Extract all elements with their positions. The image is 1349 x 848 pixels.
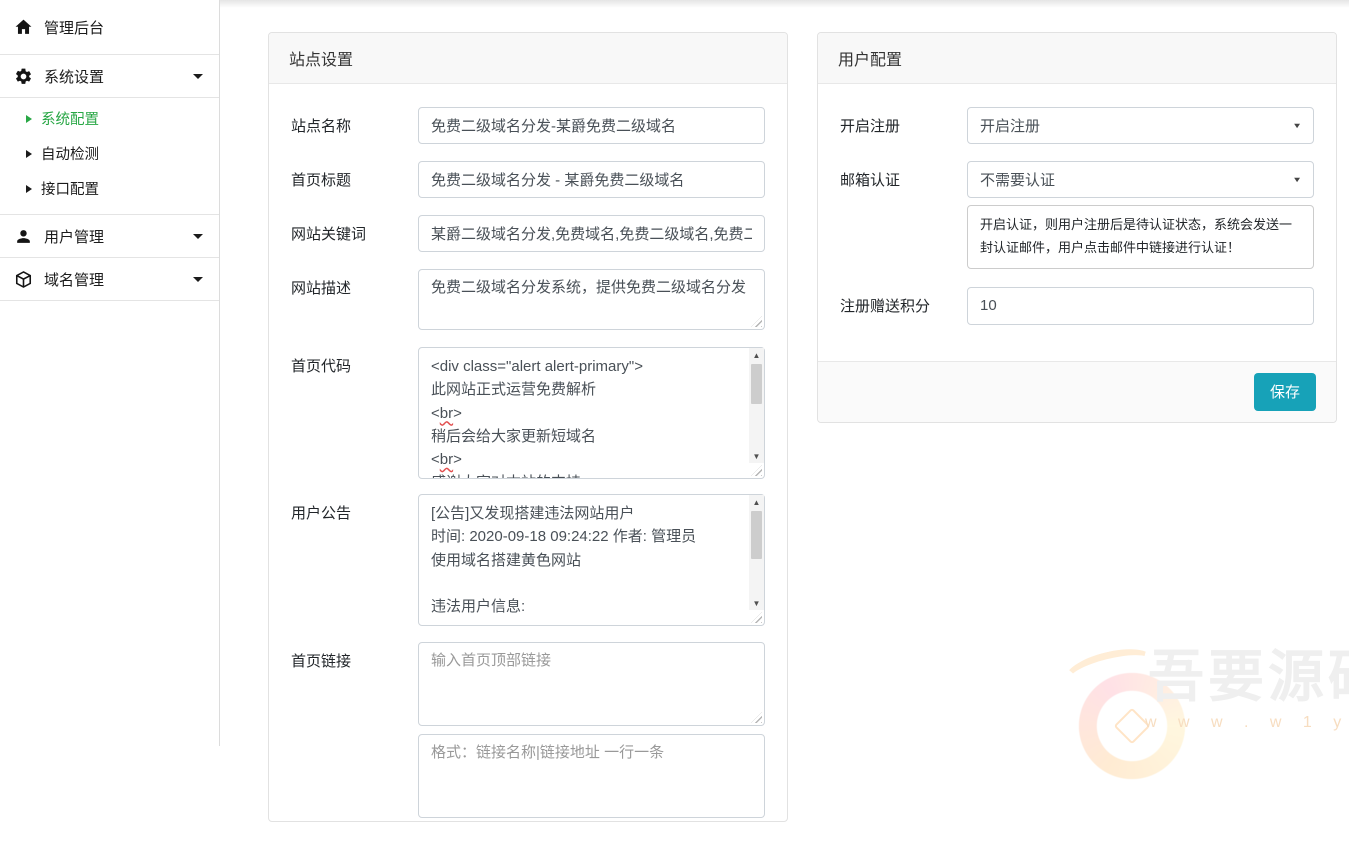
email-auth-select[interactable]: 不需要认证 ▼ bbox=[967, 161, 1314, 198]
triangle-right-icon bbox=[26, 115, 32, 123]
select-caret-icon: ▼ bbox=[1292, 121, 1302, 129]
register-select-value: 开启注册 bbox=[980, 118, 1040, 135]
home-title-input[interactable] bbox=[418, 161, 765, 198]
scrollbar-thumb[interactable] bbox=[751, 364, 762, 404]
sidebar-item-label: 用户管理 bbox=[44, 226, 104, 247]
sidebar-item-system-config[interactable]: 系统配置 bbox=[0, 101, 219, 136]
scroll-up-icon[interactable]: ▲ bbox=[749, 348, 764, 362]
sidebar-item-label: 系统设置 bbox=[44, 66, 104, 87]
email-auth-label: 邮箱认证 bbox=[840, 161, 967, 190]
home-links-textarea[interactable] bbox=[418, 642, 765, 726]
description-label: 网站描述 bbox=[291, 269, 418, 298]
save-button[interactable]: 保存 bbox=[1254, 373, 1316, 411]
user-notice-row: 用户公告 [公告]又发现搭建违法网站用户 时间: 2020-09-18 09:2… bbox=[291, 494, 765, 626]
gear-icon bbox=[14, 67, 33, 86]
user-icon bbox=[14, 227, 33, 246]
sidebar-item-user-management[interactable]: 用户管理 bbox=[0, 215, 219, 258]
scrollbar-thumb[interactable] bbox=[751, 511, 762, 559]
home-title-label: 首页标题 bbox=[291, 161, 418, 190]
user-notice-textarea[interactable]: [公告]又发现搭建违法网站用户 时间: 2020-09-18 09:24:22 … bbox=[418, 494, 765, 626]
register-points-row: 注册赠送积分 bbox=[840, 287, 1314, 325]
register-points-label: 注册赠送积分 bbox=[840, 287, 967, 316]
sidebar-item-domain-management[interactable]: 域名管理 bbox=[0, 258, 219, 301]
user-config-card: 用户配置 开启注册 开启注册 ▼ 邮箱认证 不需要认证 ▼ bbox=[817, 32, 1337, 423]
sidebar-subitem-label: 系统配置 bbox=[41, 108, 99, 129]
email-auth-select-value: 不需要认证 bbox=[980, 172, 1055, 189]
scroll-up-icon[interactable]: ▲ bbox=[749, 495, 764, 509]
home-code-row: 首页代码 <div class="alert alert-primary">此网… bbox=[291, 347, 765, 479]
scrollbar[interactable]: ▲ ▼ bbox=[749, 348, 764, 463]
description-row: 网站描述 免费二级域名分发系统，提供免费二级域名分发 bbox=[291, 269, 765, 330]
friend-links-textarea[interactable] bbox=[418, 734, 765, 818]
scroll-down-icon[interactable]: ▼ bbox=[749, 449, 764, 463]
register-select[interactable]: 开启注册 ▼ bbox=[967, 107, 1314, 144]
sidebar-brand[interactable]: 管理后台 bbox=[0, 0, 219, 55]
site-name-input[interactable] bbox=[418, 107, 765, 144]
sidebar-item-label: 域名管理 bbox=[44, 269, 104, 290]
home-title-row: 首页标题 bbox=[291, 161, 765, 198]
email-auth-row: 邮箱认证 不需要认证 ▼ 开启认证，则用户注册后是待认证状态，系统会发送一封认证… bbox=[840, 161, 1314, 269]
sidebar-subitem-label: 接口配置 bbox=[41, 178, 99, 199]
chevron-down-icon bbox=[193, 234, 203, 239]
register-label: 开启注册 bbox=[840, 107, 967, 136]
user-card-footer: 保存 bbox=[818, 361, 1336, 422]
register-row: 开启注册 开启注册 ▼ bbox=[840, 107, 1314, 144]
chevron-down-icon bbox=[193, 74, 203, 79]
select-caret-icon: ▼ bbox=[1292, 175, 1302, 183]
user-notice-label: 用户公告 bbox=[291, 494, 418, 523]
site-name-label: 站点名称 bbox=[291, 107, 418, 136]
email-auth-help-text: 开启认证，则用户注册后是待认证状态，系统会发送一封认证邮件，用户点击邮件中链接进… bbox=[967, 205, 1314, 269]
sidebar-item-auto-detect[interactable]: 自动检测 bbox=[0, 136, 219, 171]
cube-icon bbox=[14, 270, 33, 289]
scroll-down-icon[interactable]: ▼ bbox=[749, 596, 764, 610]
sidebar-submenu-system: 系统配置 自动检测 接口配置 bbox=[0, 98, 219, 215]
sidebar: 管理后台 系统设置 系统配置 自动检测 接口配置 用户管理 bbox=[0, 0, 220, 746]
brand-label: 管理后台 bbox=[44, 17, 104, 38]
keywords-row: 网站关键词 bbox=[291, 215, 765, 252]
home-code-label: 首页代码 bbox=[291, 347, 418, 376]
sidebar-item-system-settings[interactable]: 系统设置 bbox=[0, 55, 219, 98]
keywords-input[interactable] bbox=[418, 215, 765, 252]
site-card-title: 站点设置 bbox=[269, 33, 787, 84]
triangle-right-icon bbox=[26, 185, 32, 193]
home-code-textarea[interactable]: <div class="alert alert-primary">此网站正式运营… bbox=[418, 347, 765, 479]
user-card-title: 用户配置 bbox=[818, 33, 1336, 84]
site-name-row: 站点名称 bbox=[291, 107, 765, 144]
home-links-row: 首页链接 bbox=[291, 642, 765, 726]
triangle-right-icon bbox=[26, 150, 32, 158]
register-points-input[interactable] bbox=[967, 287, 1314, 325]
description-textarea[interactable]: 免费二级域名分发系统，提供免费二级域名分发 bbox=[418, 269, 765, 330]
sidebar-item-api-config[interactable]: 接口配置 bbox=[0, 171, 219, 206]
friend-links-row bbox=[291, 734, 765, 818]
scrollbar[interactable]: ▲ ▼ bbox=[749, 495, 764, 610]
site-settings-card: 站点设置 站点名称 首页标题 网站关键词 网站 bbox=[268, 32, 788, 822]
main-content: 站点设置 站点名称 首页标题 网站关键词 网站 bbox=[220, 0, 1349, 746]
home-icon bbox=[14, 18, 33, 37]
sidebar-subitem-label: 自动检测 bbox=[41, 143, 99, 164]
keywords-label: 网站关键词 bbox=[291, 215, 418, 244]
home-links-label: 首页链接 bbox=[291, 642, 418, 671]
chevron-down-icon bbox=[193, 277, 203, 282]
